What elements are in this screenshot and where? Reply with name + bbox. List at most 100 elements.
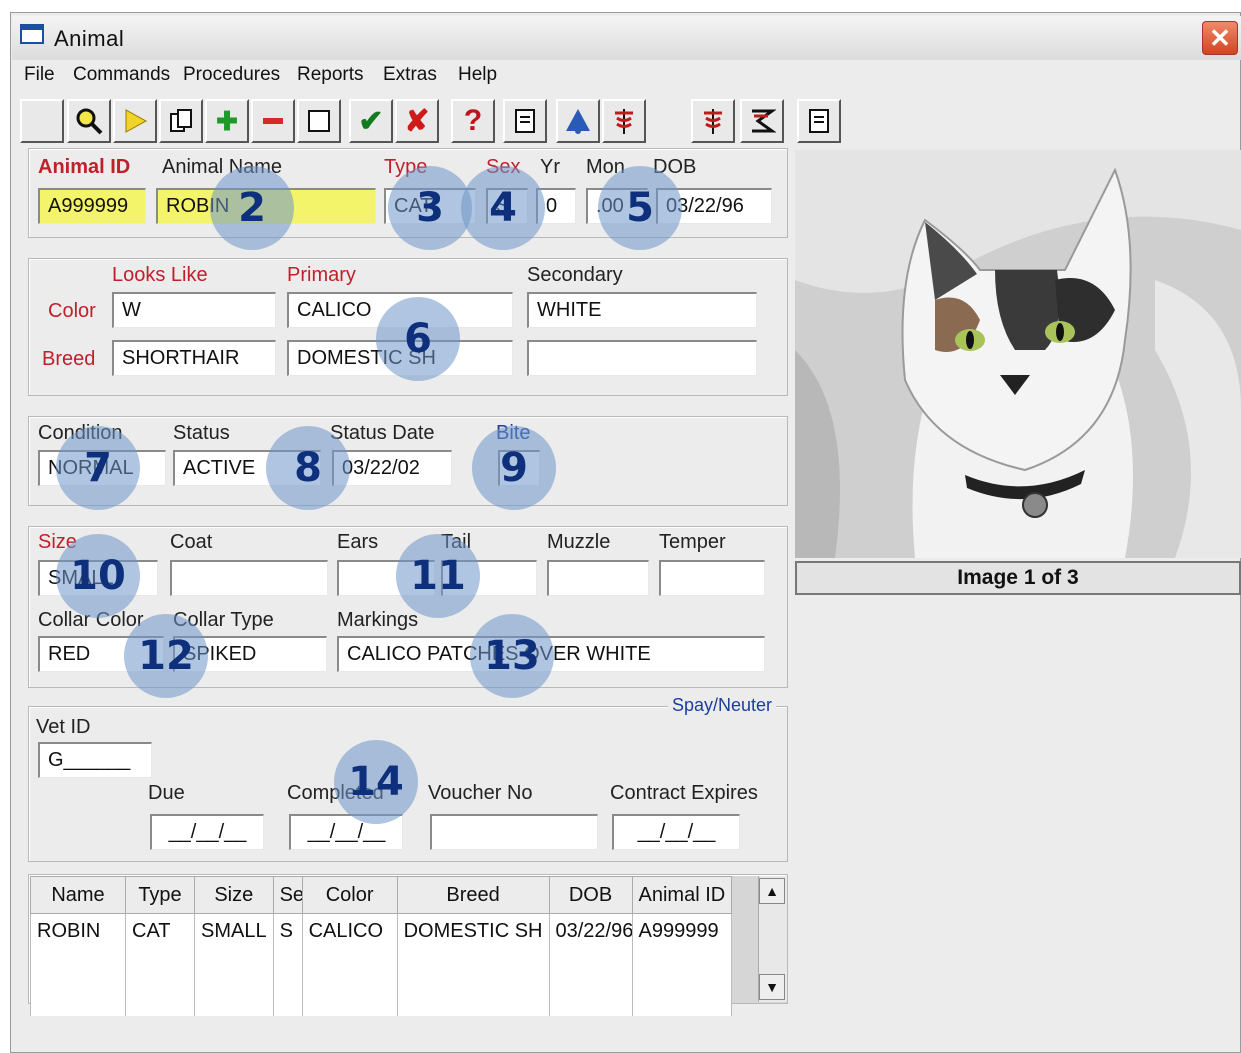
callout-badge: 3 <box>388 166 472 250</box>
animal-id-field[interactable]: A999999 <box>38 188 146 224</box>
color-label: Color <box>48 300 96 322</box>
breed-label: Breed <box>42 348 96 370</box>
grid-header-sex[interactable]: Sex <box>272 876 303 914</box>
medical-button[interactable] <box>602 99 646 143</box>
contract-expires-field[interactable]: __/__/__ <box>612 814 740 850</box>
bell-icon <box>566 109 590 134</box>
callout-badge: 10 <box>56 534 140 618</box>
grid-cell-dob: 03/22/96 <box>548 913 633 948</box>
clear-icon <box>308 110 330 132</box>
grid-header-type[interactable]: Type <box>125 876 195 914</box>
scroll-up-icon[interactable]: ▲ <box>759 878 785 904</box>
table-row[interactable]: ROBIN CAT SMALL S CALICO DOMESTIC SH 03/… <box>30 913 733 948</box>
menu-commands[interactable]: Commands <box>73 64 170 86</box>
callout-badge: 11 <box>396 534 480 618</box>
cancel-x-icon: ✘ <box>404 104 430 138</box>
grid-header-dob[interactable]: DOB <box>548 876 633 914</box>
document-button[interactable] <box>503 99 547 143</box>
looks-like-label: Looks Like <box>112 264 208 286</box>
grid-cell-color: CALICO <box>301 913 398 948</box>
ears-label: Ears <box>337 531 379 553</box>
callout-badge: 8 <box>266 426 350 510</box>
confirm-button[interactable]: ✔ <box>349 99 393 143</box>
coat-field[interactable] <box>170 560 328 596</box>
callout-badge: 14 <box>334 740 418 824</box>
breed-looks-like-field[interactable]: SHORTHAIR <box>112 340 276 376</box>
window-title: Animal <box>54 26 125 51</box>
menu-reports[interactable]: Reports <box>297 64 364 86</box>
grid-scrollbar[interactable]: ▲ ▼ <box>758 876 787 1002</box>
temper-label: Temper <box>659 531 726 553</box>
due-label: Due <box>148 782 185 804</box>
status-date-label: Status Date <box>330 422 435 444</box>
vet-id-label: Vet ID <box>36 716 91 738</box>
status-label: Status <box>173 422 230 444</box>
medical-icon <box>704 109 722 134</box>
muzzle-label: Muzzle <box>547 531 611 553</box>
cancel-button[interactable]: ✘ <box>395 99 439 143</box>
primary-label: Primary <box>287 264 356 286</box>
temper-field[interactable] <box>659 560 765 596</box>
next-button[interactable] <box>113 99 157 143</box>
callout-badge: 12 <box>124 614 208 698</box>
scroll-down-icon[interactable]: ▼ <box>759 974 785 1000</box>
menu-help[interactable]: Help <box>458 64 497 86</box>
breed-secondary-field[interactable] <box>527 340 757 376</box>
help-button[interactable]: ? <box>451 99 495 143</box>
window-icon <box>20 24 44 44</box>
grid-header-size[interactable]: Size <box>194 876 274 914</box>
spay-neuter-legend: Spay/Neuter <box>668 695 777 716</box>
callout-badge: 2 <box>210 166 294 250</box>
copy-icon <box>170 109 192 132</box>
search-button[interactable] <box>67 99 111 143</box>
cat-photo-image <box>795 150 1241 558</box>
yr-label: Yr <box>540 156 560 178</box>
grid-header-name[interactable]: Name <box>30 876 126 914</box>
medical-icon <box>615 109 633 134</box>
grid-cell-breed: DOMESTIC SH <box>396 913 550 948</box>
callout-badge: 9 <box>472 426 556 510</box>
callout-badge: 7 <box>56 426 140 510</box>
vet-id-field[interactable]: G______ <box>38 742 152 778</box>
callout-badge: 4 <box>461 166 545 250</box>
next-arrow-icon <box>125 109 148 133</box>
animal-photo <box>795 150 1241 558</box>
grid-cell-name: ROBIN <box>30 913 126 948</box>
animal-id-label: Animal ID <box>38 156 131 178</box>
table-row[interactable] <box>30 948 733 982</box>
menu-extras[interactable]: Extras <box>383 64 437 86</box>
grid-cell-animal-id: A999999 <box>631 913 733 948</box>
help-icon: ? <box>463 104 483 137</box>
color-secondary-field[interactable]: WHITE <box>527 292 757 328</box>
report-icon <box>809 109 829 133</box>
color-looks-like-field[interactable]: W <box>112 292 276 328</box>
grid-cell-type: CAT <box>125 913 195 948</box>
remove-button[interactable] <box>251 99 295 143</box>
grid-header-breed[interactable]: Breed <box>396 876 550 914</box>
document-icon <box>515 109 535 133</box>
table-row[interactable] <box>30 982 733 1016</box>
alert-button[interactable] <box>556 99 600 143</box>
photo-caption: Image 1 of 3 <box>795 561 1241 595</box>
muzzle-field[interactable] <box>547 560 649 596</box>
voucher-no-field[interactable] <box>430 814 598 850</box>
search-icon <box>76 108 103 135</box>
grid-header-animal-id[interactable]: Animal ID <box>631 876 733 914</box>
add-button[interactable]: ✚ <box>205 99 249 143</box>
menu-procedures[interactable]: Procedures <box>183 64 280 86</box>
status-date-field[interactable]: 03/22/02 <box>332 450 452 486</box>
coat-label: Coat <box>170 531 213 553</box>
cycle-button[interactable] <box>740 99 784 143</box>
grid-cell-size: SMALL <box>194 913 274 948</box>
grid-cell-sex: S <box>272 913 303 948</box>
blank-tool-button[interactable] <box>20 99 64 143</box>
due-date-field[interactable]: __/__/__ <box>150 814 264 850</box>
report-button[interactable] <box>797 99 841 143</box>
grid-header-color[interactable]: Color <box>301 876 398 914</box>
clear-button[interactable] <box>297 99 341 143</box>
medical-record-button[interactable] <box>691 99 735 143</box>
close-button[interactable]: ✕ <box>1202 21 1238 55</box>
remove-icon <box>263 118 283 124</box>
menu-file[interactable]: File <box>24 64 55 86</box>
copy-button[interactable] <box>159 99 203 143</box>
